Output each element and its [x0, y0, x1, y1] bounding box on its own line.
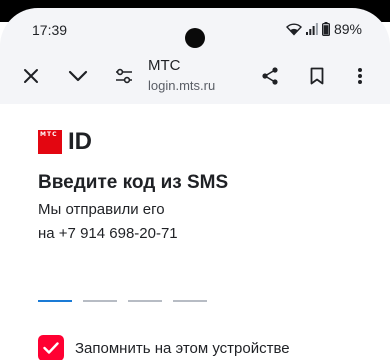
mts-logo-badge-text: МТС: [40, 131, 58, 138]
sms-code-input[interactable]: [38, 300, 207, 302]
battery-level: 89%: [333, 21, 362, 37]
site-title: МТС: [148, 57, 181, 74]
signal-icon: [305, 23, 318, 35]
mts-id-logo: МТС ID: [38, 128, 92, 156]
battery-icon: [321, 22, 330, 36]
check-icon: [43, 342, 59, 354]
remember-checkbox[interactable]: [38, 335, 64, 360]
page-title: Введите код из SMS: [38, 172, 229, 193]
remember-device[interactable]: Запомнить на этом устройстве: [38, 335, 290, 360]
sms-description-line1: Мы отправили его: [38, 201, 165, 218]
close-icon[interactable]: [17, 62, 45, 90]
code-slot[interactable]: [83, 300, 117, 302]
bookmark-icon[interactable]: [303, 62, 331, 90]
phone-frame: 17:39 89% МТС login.mts.ru МТС ID Введит…: [0, 0, 390, 360]
sms-description: Мы отправили его на +7 914 698-20-71: [38, 198, 178, 246]
sms-description-line2: на +7 914 698-20-71: [38, 225, 178, 242]
logo-id-text: ID: [68, 128, 92, 155]
site-url: login.mts.ru: [148, 78, 216, 93]
screen: 17:39 89% МТС login.mts.ru МТС ID Введит…: [0, 8, 390, 360]
front-camera: [185, 28, 205, 48]
site-info[interactable]: МТС login.mts.ru: [148, 56, 215, 95]
tune-icon[interactable]: [110, 62, 138, 90]
status-icons: 89%: [285, 21, 362, 37]
chevron-down-icon[interactable]: [64, 62, 92, 90]
more-vert-icon[interactable]: [346, 62, 374, 90]
remember-label: Запомнить на этом устройстве: [75, 339, 290, 357]
code-slot[interactable]: [38, 300, 72, 302]
browser-toolbar: МТС login.mts.ru: [0, 52, 390, 104]
wifi-icon: [285, 22, 302, 36]
share-icon[interactable]: [256, 62, 284, 90]
code-slot[interactable]: [173, 300, 207, 302]
page-content: МТС ID Введите код из SMS Мы отправили е…: [0, 104, 390, 360]
code-slot[interactable]: [128, 300, 162, 302]
status-time: 17:39: [32, 22, 68, 38]
mts-logo-badge: МТС: [38, 130, 62, 154]
